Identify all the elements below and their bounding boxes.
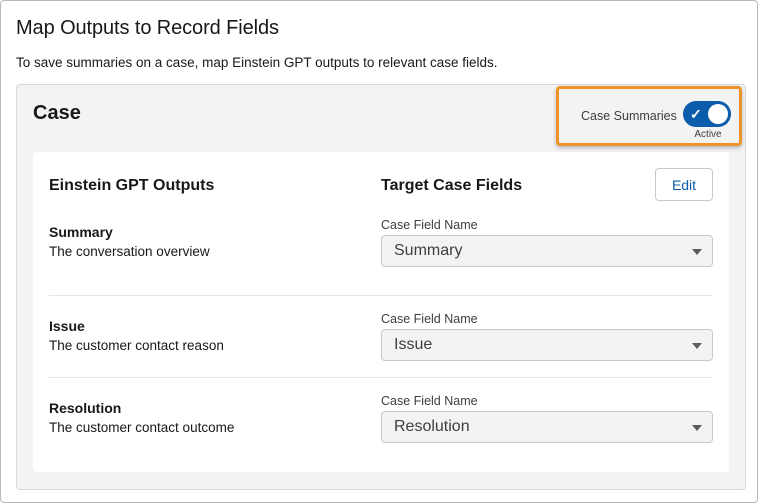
output-description: The conversation overview	[49, 244, 210, 259]
case-summaries-toggle-group: Case Summaries ✓ Active	[556, 86, 742, 146]
select-value: Resolution	[394, 418, 470, 435]
edit-button[interactable]: Edit	[655, 168, 713, 201]
toggle-knob	[708, 104, 728, 124]
output-description: The customer contact reason	[49, 338, 224, 353]
chevron-down-icon	[692, 343, 702, 349]
check-icon: ✓	[690, 106, 702, 122]
page-description: To save summaries on a case, map Einstei…	[16, 55, 498, 70]
case-field-label: Case Field Name	[381, 312, 478, 326]
mapping-row-resolution: Resolution The customer contact outcome …	[49, 377, 713, 459]
chevron-down-icon	[692, 249, 702, 255]
toggle-status: Active	[694, 129, 722, 140]
mapping-row-summary: Summary The conversation overview Case F…	[49, 214, 713, 296]
case-field-label: Case Field Name	[381, 394, 478, 408]
chevron-down-icon	[692, 425, 702, 431]
select-value: Issue	[394, 336, 433, 353]
output-name: Resolution	[49, 400, 122, 416]
page-title: Map Outputs to Record Fields	[16, 17, 279, 39]
output-description: The customer contact outcome	[49, 420, 235, 435]
output-name: Summary	[49, 224, 113, 240]
select-value: Summary	[394, 242, 463, 259]
case-field-select-resolution[interactable]: Resolution	[381, 411, 713, 443]
outputs-column-header: Einstein GPT Outputs	[49, 177, 215, 194]
case-field-label: Case Field Name	[381, 218, 478, 232]
dialog-frame: Map Outputs to Record Fields To save sum…	[0, 0, 758, 503]
case-field-select-summary[interactable]: Summary	[381, 235, 713, 267]
output-name: Issue	[49, 318, 85, 334]
mapping-row-issue: Issue The customer contact reason Case F…	[49, 295, 713, 377]
mapping-card: Einstein GPT Outputs Target Case Fields …	[33, 152, 729, 472]
case-title: Case	[33, 102, 81, 124]
case-card: Case Case Summaries ✓ Active Einstein GP…	[16, 84, 746, 490]
target-column-header: Target Case Fields	[381, 177, 523, 194]
case-summaries-toggle[interactable]: ✓	[683, 101, 731, 127]
case-field-select-issue[interactable]: Issue	[381, 329, 713, 361]
case-summaries-label: Case Summaries	[581, 109, 677, 123]
